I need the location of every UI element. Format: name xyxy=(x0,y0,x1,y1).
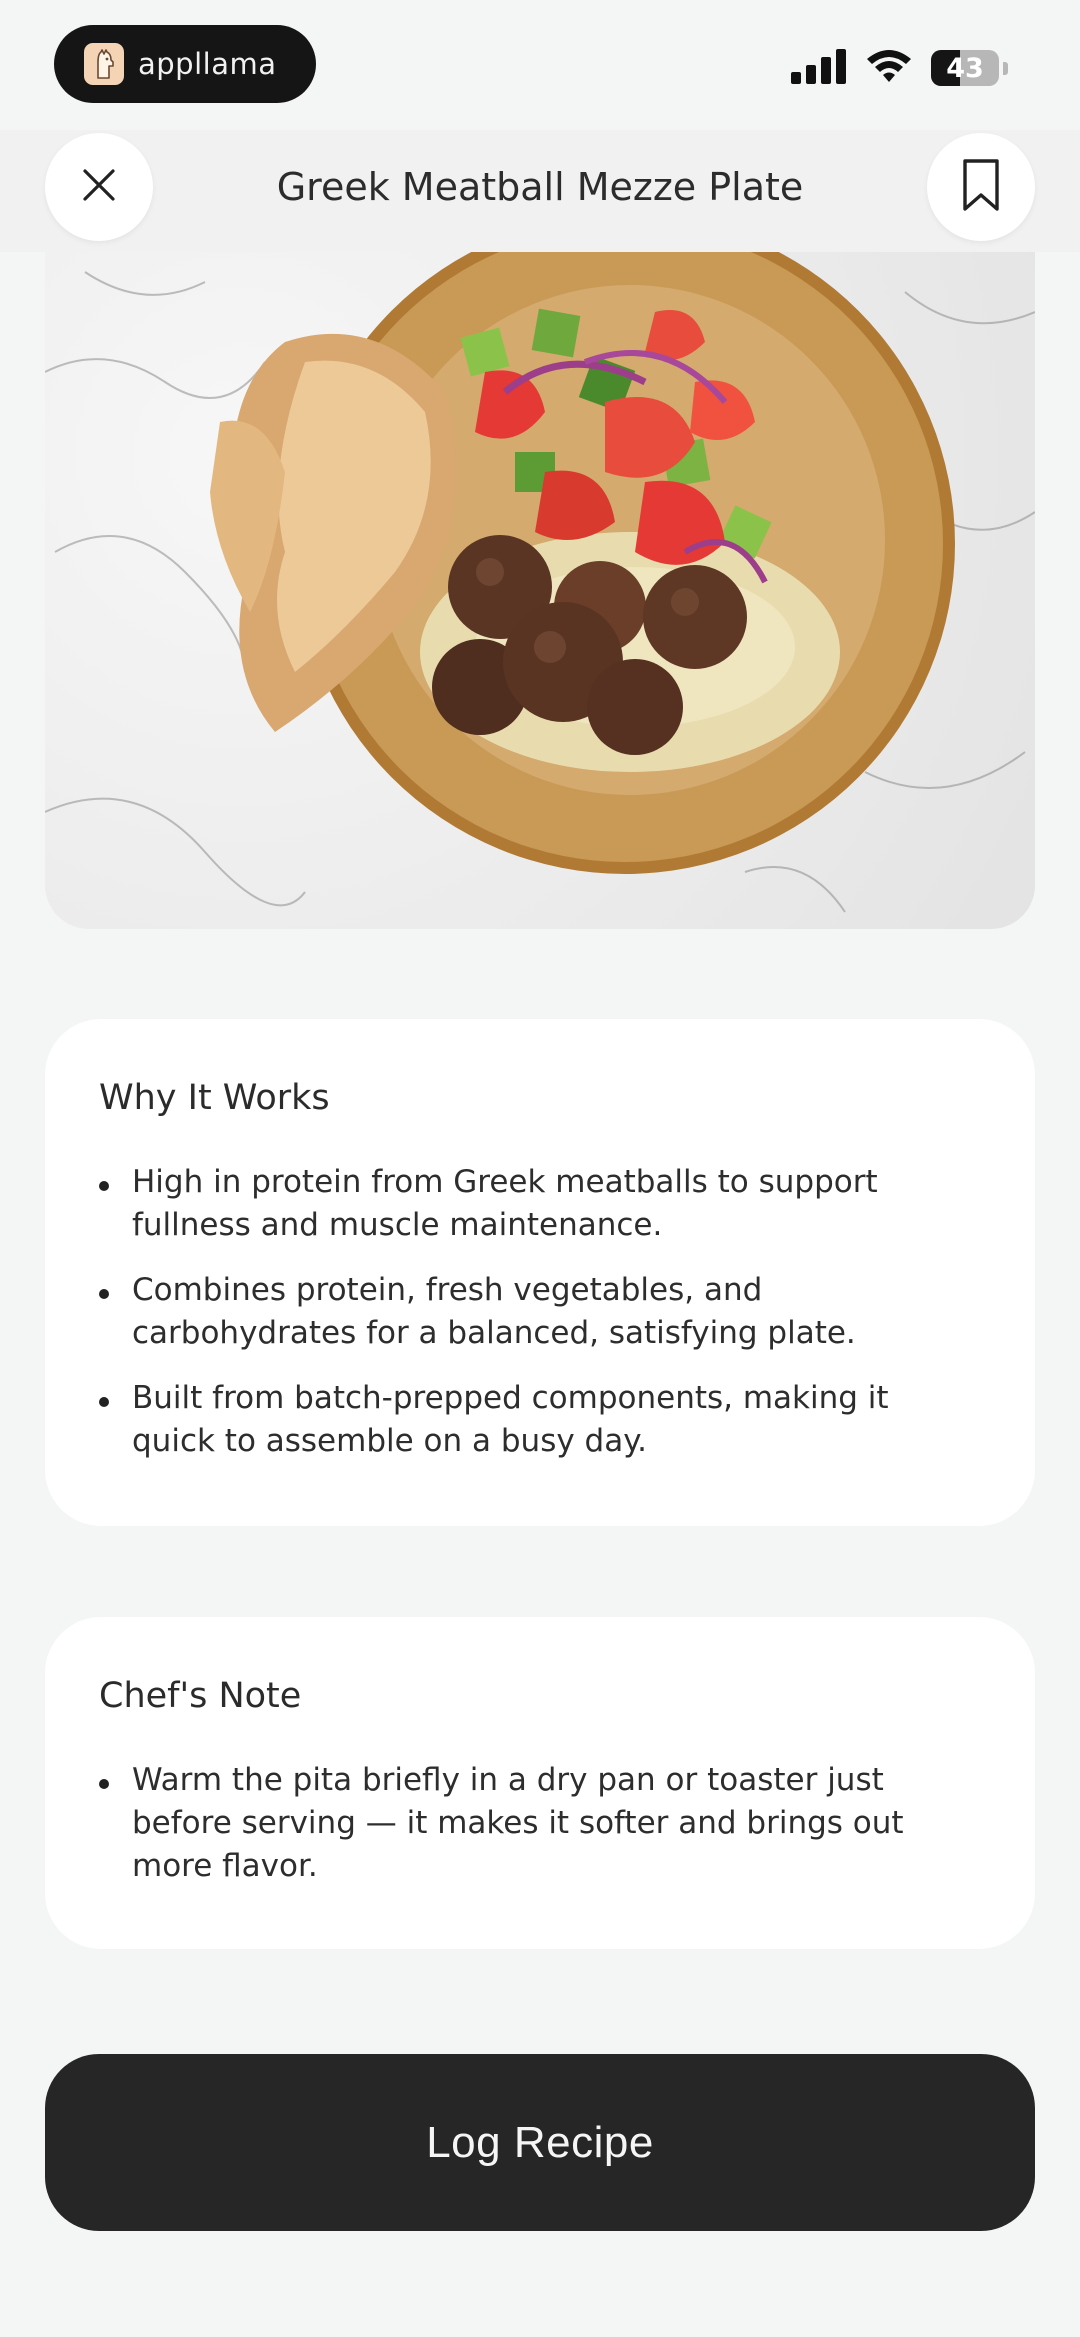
llama-logo-icon xyxy=(84,43,124,85)
battery-level: 43 xyxy=(946,52,984,84)
bookmark-button[interactable] xyxy=(927,133,1035,241)
chefs-note-list: Warm the pita briefly in a dry pan or to… xyxy=(99,1759,981,1888)
list-item: Warm the pita briefly in a dry pan or to… xyxy=(99,1759,981,1888)
log-recipe-button[interactable]: Log Recipe xyxy=(45,2054,1035,2231)
why-it-works-title: Why It Works xyxy=(99,1078,330,1118)
why-it-works-list: High in protein from Greek meatballs to … xyxy=(99,1161,981,1463)
battery-tip xyxy=(1003,61,1008,75)
bullet-text: Warm the pita briefly in a dry pan or to… xyxy=(132,1762,904,1884)
bullet-text: Built from batch-prepped components, mak… xyxy=(132,1380,889,1459)
status-icons: 43 xyxy=(791,48,1008,88)
bullet-dot xyxy=(99,1397,109,1407)
battery-indicator: 43 xyxy=(931,50,999,86)
signal-icon xyxy=(791,48,847,88)
recipe-detail-screen: appllama 43 Greek Meatball Mezze Plate W… xyxy=(0,0,1080,2337)
why-it-works-card: Why It Works High in protein from Greek … xyxy=(45,1019,1035,1526)
wifi-icon xyxy=(865,48,913,88)
chefs-note-title: Chef's Note xyxy=(99,1676,302,1716)
list-item: Built from batch-prepped components, mak… xyxy=(99,1377,981,1463)
bullet-dot xyxy=(99,1779,109,1789)
bullet-dot xyxy=(99,1289,109,1299)
close-icon xyxy=(79,165,119,209)
app-indicator-pill[interactable]: appllama xyxy=(54,25,316,103)
bookmark-icon xyxy=(959,157,1003,217)
meal-photo xyxy=(45,252,1035,929)
bullet-text: High in protein from Greek meatballs to … xyxy=(132,1164,878,1243)
bullet-text: Combines protein, fresh vegetables, and … xyxy=(132,1272,856,1351)
close-button[interactable] xyxy=(45,133,153,241)
chefs-note-card: Chef's Note Warm the pita briefly in a d… xyxy=(45,1617,1035,1949)
bullet-dot xyxy=(99,1181,109,1191)
list-item: Combines protein, fresh vegetables, and … xyxy=(99,1269,981,1355)
page-title: Greek Meatball Mezze Plate xyxy=(276,165,804,209)
app-name: appllama xyxy=(138,47,277,81)
status-bar: appllama 43 xyxy=(0,0,1080,130)
list-item: High in protein from Greek meatballs to … xyxy=(99,1161,981,1247)
header-bar: Greek Meatball Mezze Plate xyxy=(0,130,1080,252)
